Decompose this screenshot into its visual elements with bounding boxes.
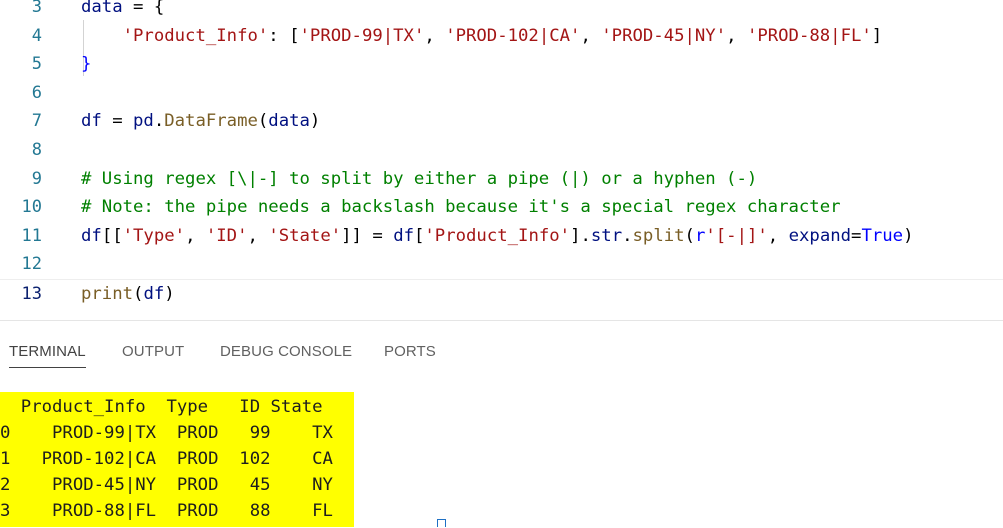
code-token: 'Product_Info' xyxy=(122,25,269,46)
code-token: : [ xyxy=(268,25,300,46)
code-text: print(df) xyxy=(81,280,175,306)
code-token: r xyxy=(694,225,706,246)
code-token: # Note: the pipe needs a backslash becau… xyxy=(81,197,841,218)
code-token: . xyxy=(622,225,633,246)
tab-output[interactable]: OUTPUT xyxy=(122,343,184,360)
code-text: df = pd.DataFrame(data) xyxy=(81,107,320,135)
code-token: ) xyxy=(164,284,175,304)
code-line[interactable]: 7 df = pd.DataFrame(data) xyxy=(0,107,1003,135)
terminal-line-row-1: 1 PROD-102|CA PROD 102 CA xyxy=(0,449,333,469)
code-line[interactable]: 12 xyxy=(0,250,1003,278)
panel-tab-bar: TERMINAL OUTPUT DEBUG CONSOLE PORTS xyxy=(0,321,1003,381)
code-token: df xyxy=(393,225,414,246)
tab-debug-console[interactable]: DEBUG CONSOLE xyxy=(220,343,352,360)
code-token: ]. xyxy=(570,225,591,246)
line-number: 7 xyxy=(31,111,42,132)
code-token: [[ xyxy=(101,225,123,246)
code-token: = { xyxy=(122,0,165,17)
line-number: 10 xyxy=(21,197,42,218)
code-token: data xyxy=(81,0,123,17)
code-token: df xyxy=(81,111,102,132)
code-text: df[['Type', 'ID', 'State']] = df['Produc… xyxy=(81,222,913,250)
code-token: str xyxy=(590,225,623,246)
code-token: True xyxy=(861,225,904,246)
code-token: = xyxy=(851,225,862,246)
code-token: split xyxy=(632,225,685,246)
code-token: df xyxy=(143,284,165,304)
code-line[interactable]: 11 df[['Type', 'ID', 'State']] = df['Prod… xyxy=(0,222,1003,250)
line-number: 12 xyxy=(21,254,42,275)
terminal-cursor xyxy=(437,519,446,527)
code-text: } xyxy=(81,50,91,78)
line-number: 3 xyxy=(31,0,42,17)
code-line[interactable]: 10 # Note: the pipe needs a backslash bec… xyxy=(0,193,1003,221)
code-token: , xyxy=(424,25,446,46)
terminal-line-row-3: 3 PROD-88|FL PROD 88 FL xyxy=(0,501,333,521)
code-token: ] xyxy=(871,25,883,46)
code-editor[interactable]: 3 data = {4 'Product_Info': ['PROD-99|TX'… xyxy=(0,0,1003,306)
code-token: 'PROD-102|CA' xyxy=(445,25,581,46)
code-token: DataFrame xyxy=(164,111,258,132)
terminal-line-row-2: 2 PROD-45|NY PROD 45 NY xyxy=(0,475,333,495)
code-token: [ xyxy=(414,225,425,246)
code-token: ( xyxy=(257,111,269,132)
code-token: , xyxy=(580,25,602,46)
code-token: 'Product_Info' xyxy=(424,225,571,246)
line-number: 6 xyxy=(31,82,42,103)
code-token: data xyxy=(268,111,310,132)
code-token: , xyxy=(247,225,269,246)
code-token: print xyxy=(81,284,134,304)
code-token: } xyxy=(81,54,92,75)
line-number: 8 xyxy=(31,140,42,160)
code-token: 'PROD-45|NY' xyxy=(601,25,727,46)
code-token: , xyxy=(185,225,206,246)
code-text: data = { xyxy=(81,0,164,21)
terminal-line-header: Product_Info Type ID State xyxy=(0,397,323,417)
line-number: 5 xyxy=(31,54,42,75)
code-line[interactable]: 8 xyxy=(0,136,1003,164)
code-line[interactable]: 3 data = { xyxy=(0,0,1003,21)
code-token: , xyxy=(767,225,789,246)
code-token: , xyxy=(726,25,747,46)
code-token: ) xyxy=(903,225,914,246)
code-token: '[-|]' xyxy=(705,225,768,246)
line-number: 4 xyxy=(31,25,42,46)
code-token: 'State' xyxy=(268,225,342,246)
code-line[interactable]: 6 xyxy=(0,79,1003,107)
code-token: df xyxy=(81,225,102,246)
code-token: pd xyxy=(133,111,154,132)
tab-terminal[interactable]: TERMINAL xyxy=(9,343,86,368)
code-line[interactable]: 4 'Product_Info': ['PROD-99|TX', 'PROD-1… xyxy=(0,22,1003,50)
code-token: = xyxy=(101,111,134,132)
code-token: ) xyxy=(309,111,321,132)
code-line[interactable]: 9 # Using regex [\|-] to split by either … xyxy=(0,165,1003,193)
code-token: ( xyxy=(684,225,695,246)
code-line[interactable]: 13 print(df) xyxy=(0,279,1003,306)
tab-ports[interactable]: PORTS xyxy=(384,343,436,360)
line-number: 9 xyxy=(31,168,42,189)
code-token: 'ID' xyxy=(205,225,248,246)
code-token: ( xyxy=(133,284,144,304)
terminal-output[interactable]: Product_Info Type ID State 0 PROD-99|TX … xyxy=(0,393,1003,527)
code-token: 'Type' xyxy=(122,225,186,246)
terminal-line-row-0: 0 PROD-99|TX PROD 99 TX xyxy=(0,423,333,443)
code-text: # Using regex [\|-] to split by either a… xyxy=(81,165,757,193)
code-text: 'Product_Info': ['PROD-99|TX', 'PROD-102… xyxy=(81,22,883,50)
line-number: 13 xyxy=(21,284,42,304)
code-line[interactable]: 5} xyxy=(0,50,1003,78)
code-token: 'PROD-88|FL' xyxy=(746,25,872,46)
code-token: # Using regex [\|-] to split by either a… xyxy=(81,168,758,189)
code-token: ]] = xyxy=(341,225,394,246)
code-text: # Note: the pipe needs a backslash becau… xyxy=(81,193,841,221)
code-token: 'PROD-99|TX' xyxy=(299,25,425,46)
code-token: expand xyxy=(788,225,852,246)
line-number: 11 xyxy=(21,225,42,246)
code-token: . xyxy=(153,111,165,132)
